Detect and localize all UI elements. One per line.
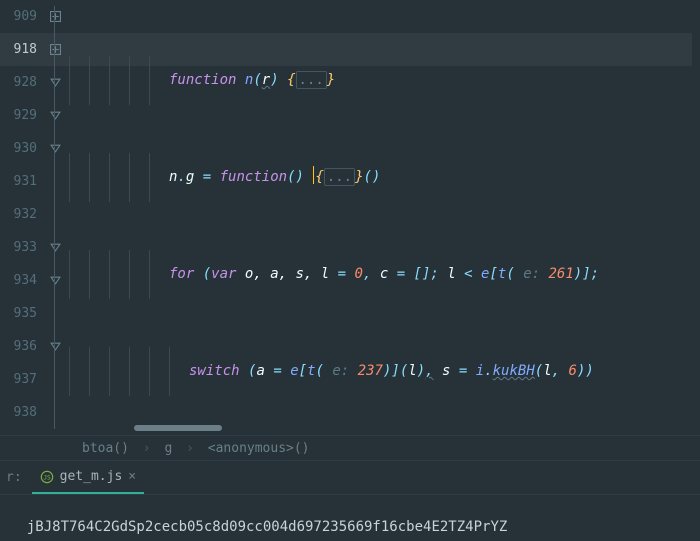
code-line[interactable]: function n(r) {...} bbox=[65, 64, 700, 97]
op: = bbox=[338, 266, 346, 282]
javascript-file-icon: JS bbox=[40, 470, 54, 484]
punct: () bbox=[287, 169, 304, 185]
inlay-hint: e: bbox=[332, 363, 349, 379]
param: r bbox=[262, 72, 270, 88]
code-line[interactable]: n.g = function() {...}() bbox=[65, 161, 700, 194]
folded-region[interactable]: ... bbox=[324, 168, 355, 186]
identifier: kukBH bbox=[493, 363, 535, 379]
fold-toggle-icon[interactable] bbox=[45, 132, 65, 165]
op: = bbox=[273, 363, 281, 379]
folded-region[interactable]: ... bbox=[296, 71, 327, 89]
line-number-gutter: 909 918 928 929 930 931 932 933 934 935 … bbox=[0, 0, 45, 435]
breadcrumb[interactable]: btoa() › g › <anonymous>() bbox=[0, 435, 700, 461]
fold-toggle-icon[interactable] bbox=[45, 33, 65, 66]
op: < bbox=[464, 266, 472, 282]
identifier: s bbox=[442, 363, 450, 379]
line-number: 933 bbox=[0, 231, 37, 264]
code-area[interactable]: function n(r) {...} n.g = function() {..… bbox=[65, 0, 700, 435]
identifier: i bbox=[476, 363, 484, 379]
identifier: t bbox=[307, 363, 315, 379]
identifier: e bbox=[290, 363, 298, 379]
line-number: 930 bbox=[0, 132, 37, 165]
horizontal-scrollbar[interactable] bbox=[134, 423, 700, 433]
identifier: l bbox=[408, 363, 416, 379]
keyword: for bbox=[169, 266, 194, 282]
keyword: var bbox=[211, 266, 236, 282]
line-number: 935 bbox=[0, 297, 37, 330]
line-number: 909 bbox=[0, 0, 37, 33]
number: 237 bbox=[358, 363, 383, 379]
keyword: function bbox=[220, 169, 287, 185]
fold-toggle-icon[interactable] bbox=[45, 66, 65, 99]
chevron-right-icon: › bbox=[180, 441, 200, 456]
code-editor[interactable]: 909 918 928 929 930 931 932 933 934 935 … bbox=[0, 0, 700, 435]
fold-toggle-icon[interactable] bbox=[45, 264, 65, 297]
console-line: jBJ8T764C2GdSp2cecb05c8d09cc004d69723566… bbox=[27, 519, 507, 535]
number: 261 bbox=[549, 266, 574, 282]
keyword: function bbox=[169, 72, 236, 88]
number: 0 bbox=[355, 266, 363, 282]
line-number: 918 bbox=[0, 33, 37, 66]
punct: . bbox=[177, 169, 185, 185]
scrollbar-thumb[interactable] bbox=[134, 425, 222, 431]
identifier: l bbox=[447, 266, 455, 282]
punct: ; bbox=[430, 266, 438, 282]
identifier: c bbox=[380, 266, 388, 282]
line-number: 932 bbox=[0, 198, 37, 231]
breadcrumb-item[interactable]: g bbox=[164, 441, 172, 456]
number: 6 bbox=[569, 363, 577, 379]
inlay-hint: e: bbox=[523, 266, 540, 282]
code-line[interactable]: switch (a = e[t( e: 237)](l), s = i.kukB… bbox=[65, 355, 700, 388]
op: = bbox=[203, 169, 211, 185]
fold-gutter[interactable] bbox=[45, 0, 65, 435]
identifier: g bbox=[186, 169, 194, 185]
line-number: 928 bbox=[0, 66, 37, 99]
identifier: a bbox=[256, 363, 264, 379]
fold-toggle-icon[interactable] bbox=[45, 0, 65, 33]
punct: )] bbox=[574, 266, 591, 282]
tab-label: get_m.js bbox=[60, 469, 123, 484]
identifiers: o, a, s, l bbox=[245, 266, 329, 282]
panel-label: r: bbox=[6, 470, 22, 485]
fold-toggle-icon[interactable] bbox=[45, 99, 65, 132]
line-number: 936 bbox=[0, 330, 37, 363]
punct: [] bbox=[414, 266, 431, 282]
line-number: 934 bbox=[0, 264, 37, 297]
keyword: switch bbox=[189, 363, 240, 379]
editor-tab-bar[interactable]: r: JS get_m.js × bbox=[0, 461, 700, 495]
line-number: 937 bbox=[0, 363, 37, 396]
line-number: 938 bbox=[0, 396, 37, 429]
chevron-right-icon: › bbox=[137, 441, 157, 456]
close-icon[interactable]: × bbox=[128, 469, 136, 484]
console-output[interactable]: jBJ8T764C2GdSp2cecb05c8d09cc004d69723566… bbox=[0, 495, 700, 541]
svg-text:JS: JS bbox=[43, 474, 51, 481]
breadcrumb-item[interactable]: btoa() bbox=[82, 441, 129, 456]
fold-toggle-icon[interactable] bbox=[45, 231, 65, 264]
tab-file[interactable]: JS get_m.js × bbox=[32, 461, 144, 494]
line-number: 929 bbox=[0, 99, 37, 132]
code-line[interactable]: for (var o, a, s, l = 0, c = []; l < e[t… bbox=[65, 258, 700, 291]
line-number: 931 bbox=[0, 165, 37, 198]
breadcrumb-item[interactable]: <anonymous>() bbox=[208, 441, 310, 456]
fold-toggle-icon[interactable] bbox=[45, 330, 65, 363]
punct: () bbox=[364, 169, 381, 185]
